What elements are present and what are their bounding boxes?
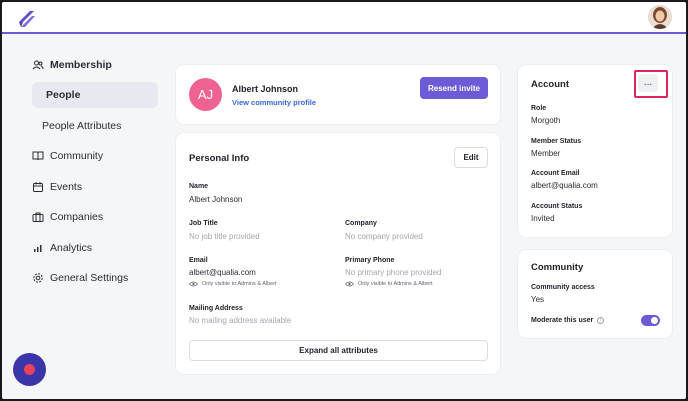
launcher-dot-icon [24,364,35,375]
sidebar-item-label: Companies [50,211,104,224]
job-title-label: Job Title [189,220,218,227]
moderate-toggle[interactable] [641,315,660,326]
profile-name: Albert Johnson [232,84,299,94]
personal-info-card: Personal Info Edit Name Albert Johnson J… [176,133,500,374]
email-label: Email [189,257,208,264]
edit-button[interactable]: Edit [454,147,488,168]
community-card: Community Community access Yes Moderate … [518,250,672,338]
users-icon [32,59,44,71]
sidebar-item-companies[interactable]: Companies [28,202,158,233]
app-window: Membership People People Attributes Comm… [2,2,686,399]
eye-icon [345,281,354,287]
sidebar-item-label: People [46,88,81,101]
bar-chart-icon [32,242,44,254]
expand-all-attributes-button[interactable]: Expand all attributes [189,340,488,361]
mailing-address-value: No mailing address available [189,316,292,325]
account-status-value: Invited [531,214,555,223]
book-icon [32,150,44,162]
more-options-button[interactable]: ... [638,74,658,92]
phone-label: Primary Phone [345,257,395,264]
email-value: albert@qualia.com [189,268,256,277]
phone-value: No primary phone provided [345,268,442,277]
member-status-label: Member Status [531,138,582,145]
sidebar-item-analytics[interactable]: Analytics [28,233,158,264]
account-card: Account ... Role Morgoth Member Status M… [518,65,672,237]
sidebar-item-label: Community [50,150,104,163]
account-email-value: albert@qualia.com [531,181,598,190]
sidebar-item-events[interactable]: Events [28,172,158,203]
sidebar-item-community[interactable]: Community [28,141,158,172]
profile-header-card: AJ Albert Johnson View community profile… [176,65,500,124]
app-logo-icon[interactable] [16,7,38,29]
moderate-label: Moderate this user [531,317,594,324]
sidebar-nav: Membership People People Attributes Comm… [28,50,158,294]
account-status-label: Account Status [531,203,583,210]
member-status-value: Member [531,149,561,158]
sidebar-item-people-attributes[interactable]: People Attributes [28,111,158,142]
calendar-icon [32,181,44,193]
sidebar-item-label: People Attributes [42,119,122,132]
sidebar-item-label: Analytics [50,241,93,254]
name-value: Albert Johnson [189,195,243,204]
community-access-label: Community access [531,284,595,291]
toggle-knob [651,317,658,324]
resend-invite-button[interactable]: Resend invite [420,77,488,99]
sidebar-item-label: General Settings [50,272,129,285]
help-launcher-button[interactable] [13,353,46,386]
company-value: No company provided [345,232,423,241]
user-avatar[interactable] [648,5,672,29]
info-icon[interactable]: i [597,317,604,324]
sidebar-item-general-settings[interactable]: General Settings [28,263,158,294]
name-label: Name [189,183,209,190]
sidebar-item-people[interactable]: People [32,81,158,108]
sidebar-section-membership[interactable]: Membership [28,50,158,81]
sidebar-section-label: Membership [50,59,112,72]
email-visibility-note: Only visible to Admins & Albert [189,281,277,287]
briefcase-icon [32,211,44,223]
profile-avatar: AJ [189,78,222,111]
mailing-address-label: Mailing Address [189,305,243,312]
role-value: Morgoth [531,116,561,125]
community-access-value: Yes [531,295,545,304]
sidebar-item-label: Events [50,180,83,193]
gear-icon [32,272,44,284]
job-title-value: No job title provided [189,232,260,241]
company-label: Company [345,220,377,227]
account-title: Account [531,79,569,90]
top-bar [2,2,686,34]
community-title: Community [531,262,584,273]
personal-info-title: Personal Info [189,153,250,164]
phone-visibility-note: Only visible to Admins & Albert [345,281,433,287]
eye-icon [189,281,198,287]
account-email-label: Account Email [531,170,580,177]
role-label: Role [531,105,547,112]
view-community-profile-link[interactable]: View community profile [232,98,316,107]
